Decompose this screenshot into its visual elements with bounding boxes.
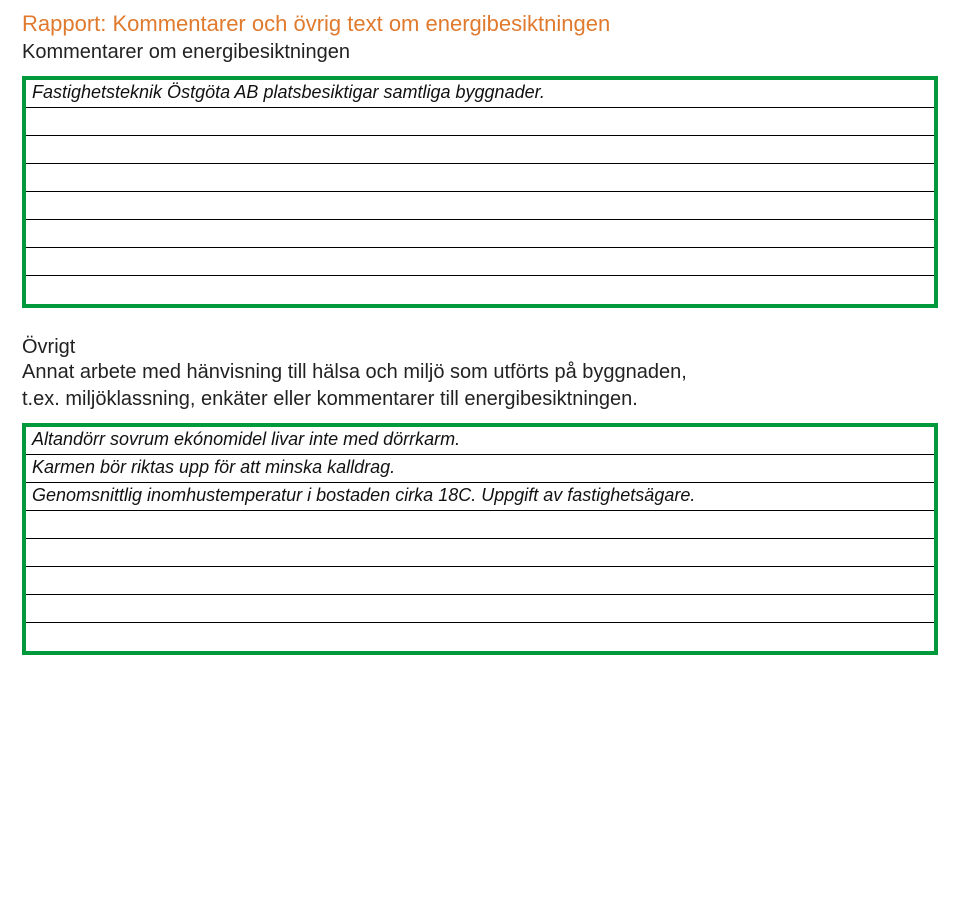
text-line [26, 220, 934, 248]
text-line [26, 539, 934, 567]
section-description: Annat arbete med hänvisning till hälsa o… [22, 359, 938, 413]
report-title: Rapport: Kommentarer och övrig text om e… [22, 10, 938, 39]
text-line: Altandörr sovrum ekónomidel livar inte m… [26, 427, 934, 455]
text-line [26, 164, 934, 192]
text-line [26, 276, 934, 304]
section-desc-line2: t.ex. miljöklassning, enkäter eller komm… [22, 388, 638, 410]
comments-box-2: Altandörr sovrum ekónomidel livar inte m… [22, 423, 938, 655]
text-line [26, 511, 934, 539]
comments-box-1: Fastighetsteknik Östgöta AB platsbesikti… [22, 76, 938, 308]
text-line [26, 623, 934, 651]
section-desc-line1: Annat arbete med hänvisning till hälsa o… [22, 361, 687, 383]
text-line [26, 108, 934, 136]
text-line [26, 595, 934, 623]
document-page: Rapport: Kommentarer och övrig text om e… [0, 0, 960, 655]
text-line [26, 136, 934, 164]
text-line [26, 567, 934, 595]
text-line: Genomsnittlig inomhustemperatur i bostad… [26, 483, 934, 511]
report-subtitle: Kommentarer om energibesiktningen [22, 41, 938, 64]
section-heading-ovrigt: Övrigt [22, 336, 938, 359]
text-line: Karmen bör riktas upp för att minska kal… [26, 455, 934, 483]
text-line [26, 248, 934, 276]
text-line [26, 192, 934, 220]
text-line: Fastighetsteknik Östgöta AB platsbesikti… [26, 80, 934, 108]
